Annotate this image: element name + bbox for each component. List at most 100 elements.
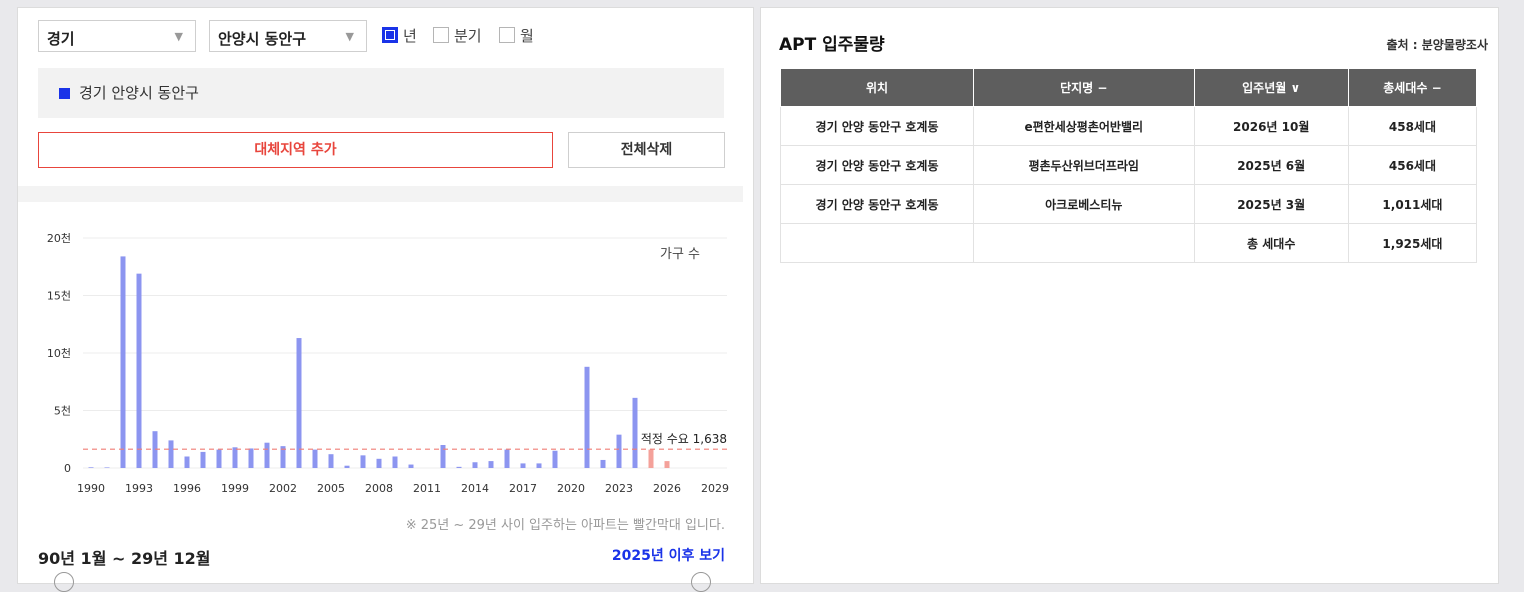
bar-2024 <box>632 397 638 468</box>
month-label: 월 <box>520 27 534 45</box>
x-tick-label: 2002 <box>269 482 297 495</box>
supply-bar-chart: 적정 수요 1,638 0 5천 10천 15천 20천가구 수 1990 1993 1996… <box>47 231 729 495</box>
y-tick-label: 15천 <box>47 289 71 303</box>
province-select[interactable]: 경기 ▼ <box>38 20 196 52</box>
dropdown-arrow-icon: ▼ <box>174 30 183 43</box>
bar-1995 <box>168 440 174 468</box>
x-tick-label: 1996 <box>173 482 201 495</box>
bar-2003 <box>296 338 302 468</box>
cell-move-in-date: 2025년 6월 <box>1193 145 1349 185</box>
bar-2013 <box>456 466 462 468</box>
table-row: 경기 안양 동안구 호계동 아크로베스티뉴 2025년 3월 1,011세대 <box>779 184 1478 224</box>
x-tick-label: 2011 <box>413 482 441 495</box>
cell-complex-name: e편한세상평촌어반밸리 <box>973 106 1195 146</box>
district-select[interactable]: 안양시 동안구 ▼ <box>209 20 367 52</box>
data-source: 출처 : 분양물량조사 <box>1386 38 1488 52</box>
cell-households: 1,011세대 <box>1347 184 1478 224</box>
quarter-checkbox[interactable] <box>433 27 449 43</box>
x-tick-label: 2008 <box>365 482 393 495</box>
bar-2018 <box>536 463 542 468</box>
next-circle-icon[interactable] <box>691 572 711 592</box>
bar-1992 <box>120 256 126 468</box>
cell-location: 경기 안양 동안구 호계동 <box>779 145 975 185</box>
view-after-2025-link[interactable]: 2025년 이후 보기 <box>612 545 725 565</box>
y-tick-label: 20천 <box>47 231 71 245</box>
bar-1997 <box>200 451 206 468</box>
table-total-row: 총 세대수 1,925세대 <box>779 223 1478 263</box>
bar-1998 <box>216 449 222 468</box>
selected-region-label: 경기 안양시 동안구 <box>79 84 199 102</box>
bar-2016 <box>504 449 510 468</box>
right-panel: APT 입주물량 출처 : 분양물량조사 위치 단지명 − 입주년월 ∨ 총세대… <box>760 7 1499 584</box>
bar-2014 <box>472 462 478 468</box>
cell-empty <box>973 223 1195 263</box>
selected-region-box: 경기 안양시 동안구 <box>38 68 724 118</box>
bar-2012 <box>440 445 446 468</box>
x-tick-label: 2026 <box>653 482 681 495</box>
bar-2023 <box>616 434 622 468</box>
y-tick-label: 10천 <box>47 346 71 360</box>
x-tick-label: 1999 <box>221 482 249 495</box>
table-header-row: 위치 단지명 − 입주년월 ∨ 총세대수 − <box>779 68 1478 107</box>
col-location: 위치 <box>779 68 975 107</box>
delete-all-button[interactable]: 전체삭제 <box>568 132 725 168</box>
series-label: 가구 수 <box>660 247 700 262</box>
cell-move-in-date: 2026년 10월 <box>1193 106 1349 146</box>
x-tick-label: 2020 <box>557 482 585 495</box>
bar-2026 <box>664 461 670 468</box>
bar-1996 <box>184 456 190 468</box>
bar-1990 <box>88 467 94 468</box>
bar-2000 <box>248 448 254 468</box>
quarter-label: 분기 <box>454 27 482 45</box>
cell-households: 458세대 <box>1347 106 1478 146</box>
col-total-households[interactable]: 총세대수 − <box>1347 68 1478 107</box>
bar-2006 <box>344 465 350 468</box>
y-tick-label: 5천 <box>54 404 71 418</box>
cell-complex-name: 평촌두산위브더프라임 <box>973 145 1195 185</box>
x-tick-label: 1990 <box>77 482 105 495</box>
month-checkbox[interactable] <box>499 27 515 43</box>
y-tick-label: 0 <box>64 462 71 475</box>
bar-2008 <box>376 458 382 468</box>
bar-2021 <box>584 366 590 468</box>
left-panel: 경기 ▼ 안양시 동안구 ▼ 년 분기 월 경기 안양시 동안구 대체지역 추가… <box>17 7 754 592</box>
bar-2009 <box>392 456 398 468</box>
year-checkbox[interactable] <box>382 27 398 43</box>
prev-circle-icon[interactable] <box>54 572 74 592</box>
col-move-in-date[interactable]: 입주년월 ∨ <box>1193 68 1349 107</box>
apt-supply-title: APT 입주물량 <box>779 35 885 55</box>
bar-1991 <box>104 467 110 468</box>
bar-2017 <box>520 463 526 468</box>
add-alternative-region-button[interactable]: 대체지역 추가 <box>38 132 553 168</box>
bar-2005 <box>328 454 334 468</box>
table-row: 경기 안양 동안구 호계동 e편한세상평촌어반밸리 2026년 10월 458세… <box>779 106 1478 146</box>
bar-2022 <box>600 459 606 468</box>
total-households-value: 1,925세대 <box>1347 223 1478 263</box>
cell-households: 456세대 <box>1347 145 1478 185</box>
x-tick-label: 2029 <box>701 482 729 495</box>
year-label: 년 <box>403 27 417 45</box>
total-households-label: 총 세대수 <box>1193 223 1349 263</box>
bar-2019 <box>552 450 558 468</box>
chart-note: ※ 25년 ~ 29년 사이 입주하는 아파트는 빨간막대 입니다. <box>405 518 725 533</box>
x-tick-label: 2005 <box>317 482 345 495</box>
district-select-value: 안양시 동안구 <box>218 30 307 48</box>
period-label: 90년 1월 ~ 29년 12월 <box>38 549 211 568</box>
cell-empty <box>779 223 975 263</box>
x-tick-label: 2023 <box>605 482 633 495</box>
cell-location: 경기 안양 동안구 호계동 <box>779 106 975 146</box>
x-tick-label: 2014 <box>461 482 489 495</box>
bar-2015 <box>488 461 494 468</box>
bar-1993 <box>136 273 142 468</box>
province-select-value: 경기 <box>47 30 75 48</box>
col-complex-name[interactable]: 단지명 − <box>973 68 1195 107</box>
x-tick-label: 1993 <box>125 482 153 495</box>
table-row: 경기 안양 동안구 호계동 평촌두산위브더프라임 2025년 6월 456세대 <box>779 145 1478 185</box>
apt-supply-table: 위치 단지명 − 입주년월 ∨ 총세대수 − 경기 안양 동안구 호계동 e편한… <box>779 68 1478 263</box>
x-tick-label: 2017 <box>509 482 537 495</box>
cell-location: 경기 안양 동안구 호계동 <box>779 184 975 224</box>
region-color-marker <box>59 88 70 99</box>
section-divider <box>18 186 743 202</box>
demand-reference-label: 적정 수요 1,638 <box>641 432 727 446</box>
cell-move-in-date: 2025년 3월 <box>1193 184 1349 224</box>
